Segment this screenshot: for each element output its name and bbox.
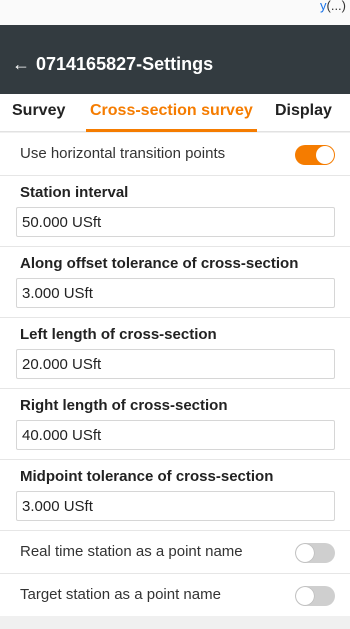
right-length-label: Right length of cross-section — [20, 397, 228, 414]
page-title: 0714165827-Settings — [36, 54, 214, 74]
midpoint-tolerance-input[interactable]: 3.000 USft — [16, 491, 335, 521]
left-length-label: Left length of cross-section — [20, 326, 217, 343]
target-station-switch[interactable] — [295, 586, 335, 606]
app-bar: ← 0714165827-Settings — [0, 25, 350, 94]
along-offset-tolerance-input[interactable]: 3.000 USft — [16, 278, 335, 308]
tab-label: Cross-section survey — [90, 102, 253, 119]
switch-knob — [296, 587, 314, 605]
left-length-input[interactable]: 20.000 USft — [16, 349, 335, 379]
status-bar-clipped-text: y(...) — [320, 0, 346, 13]
target-station-row: Target station as a point name — [0, 574, 350, 616]
horizontal-transition-label: Use horizontal transition points — [20, 145, 226, 162]
tab-label: Display — [275, 102, 332, 119]
switch-knob — [296, 544, 314, 562]
realtime-station-row: Real time station as a point name — [0, 531, 350, 573]
back-arrow-icon[interactable]: ← — [12, 54, 30, 74]
along-offset-tolerance-label: Along offset tolerance of cross-section — [20, 255, 299, 272]
tab-cross-section-survey[interactable]: Cross-section survey — [86, 94, 257, 132]
tab-survey[interactable]: Survey — [12, 94, 65, 132]
target-station-label: Target station as a point name — [20, 586, 221, 603]
status-bar-paren-fragment: (...) — [326, 0, 347, 13]
tab-selected-indicator — [86, 129, 257, 132]
horizontal-transition-switch[interactable] — [295, 145, 335, 165]
tab-display[interactable]: Display — [275, 94, 332, 132]
horizontal-transition-row: Use horizontal transition points — [0, 133, 350, 175]
station-interval-block: Station interval 50.000 USft — [0, 176, 350, 246]
midpoint-tolerance-label: Midpoint tolerance of cross-section — [20, 468, 274, 485]
right-length-input[interactable]: 40.000 USft — [16, 420, 335, 450]
settings-tabs: Survey Cross-section survey Display — [0, 94, 350, 132]
station-interval-input[interactable]: 50.000 USft — [16, 207, 335, 237]
left-length-block: Left length of cross-section 20.000 USft — [0, 318, 350, 388]
station-interval-label: Station interval — [20, 184, 129, 201]
midpoint-tolerance-block: Midpoint tolerance of cross-section 3.00… — [0, 460, 350, 530]
realtime-station-label: Real time station as a point name — [20, 543, 243, 560]
right-length-block: Right length of cross-section 40.000 USf… — [0, 389, 350, 459]
along-offset-tolerance-block: Along offset tolerance of cross-section … — [0, 247, 350, 317]
tab-label: Survey — [12, 102, 66, 119]
status-bar: y(...) — [0, 0, 350, 25]
realtime-station-switch[interactable] — [295, 543, 335, 563]
switch-knob — [316, 146, 334, 164]
